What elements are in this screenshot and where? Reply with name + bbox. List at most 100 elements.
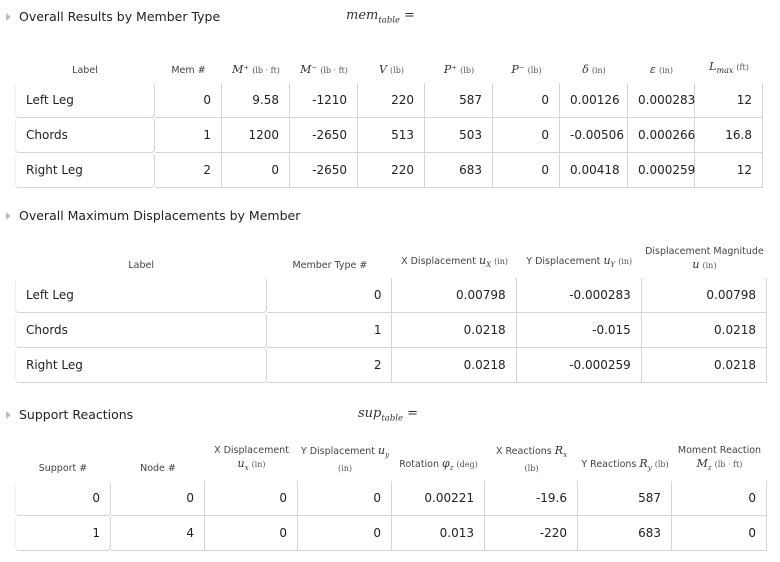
col-header-magnitude: Displacement Magnitude u (in) <box>645 246 764 271</box>
cell-magnitude[interactable]: 0.0218 <box>641 348 767 383</box>
cell-mem[interactable]: 2 <box>155 153 222 188</box>
col-header-label: Label <box>72 65 98 76</box>
col-header-p-minus: P⁻ (lb) <box>511 63 542 76</box>
variable-definition-sup-table: suptable = <box>358 406 418 424</box>
cell-epsilon[interactable]: 0.000266 <box>628 118 695 153</box>
col-header-m-minus: M⁻ (lb · ft) <box>300 63 348 76</box>
cell-epsilon[interactable]: 0.000259 <box>628 153 695 188</box>
cell-mz[interactable]: 0 <box>672 516 767 551</box>
cell-ux[interactable]: 0 <box>205 481 298 516</box>
cell-m-minus[interactable]: -2650 <box>290 153 358 188</box>
col-header-rotation: Rotation φz (deg) <box>399 457 478 472</box>
col-header-ux: X Displacement uX (in) <box>401 254 509 269</box>
col-header-uy: Y Displacement uy (in) <box>300 444 390 473</box>
cell-epsilon[interactable]: 0.000283 <box>628 83 695 118</box>
cell-ux[interactable]: 0.0218 <box>392 348 517 383</box>
expand-triangle-icon[interactable] <box>6 211 11 220</box>
cell-rotation[interactable]: 0.00221 <box>392 481 485 516</box>
cell-label[interactable]: Right Leg <box>15 153 155 188</box>
cell-v[interactable]: 220 <box>358 83 425 118</box>
table-row: 0 0 0 0 0.00221 -19.6 587 0 <box>15 481 767 516</box>
cell-node[interactable]: 0 <box>111 481 205 516</box>
cell-rotation[interactable]: 0.013 <box>392 516 485 551</box>
cell-mem[interactable]: 1 <box>155 118 222 153</box>
member-results-table: Label Mem # M⁺ (lb · ft) M⁻ (lb · ft) V … <box>15 57 763 188</box>
cell-uy[interactable]: 0 <box>298 481 392 516</box>
col-header-uy: Y Displacement uY (in) <box>526 254 633 269</box>
cell-p-minus[interactable]: 0 <box>493 153 560 188</box>
variable-name: sup <box>358 406 382 421</box>
cell-ux[interactable]: 0.0218 <box>392 313 517 348</box>
variable-subscript: table <box>378 15 401 26</box>
col-header-lmax: Lmax (ft) <box>709 60 749 75</box>
col-header-mz: Moment Reaction Mz (lb · ft) <box>677 445 762 472</box>
cell-member-type[interactable]: 1 <box>267 313 393 348</box>
cell-rx[interactable]: -19.6 <box>485 481 578 516</box>
col-header-p-plus: P⁺ (lb) <box>443 63 475 76</box>
col-header-delta: δ (in) <box>582 63 606 76</box>
cell-mem[interactable]: 0 <box>155 83 222 118</box>
max-displacements-table: Label Member Type # X Displacement uX (i… <box>15 244 767 383</box>
cell-label[interactable]: Chords <box>15 118 155 153</box>
cell-label[interactable]: Chords <box>15 313 268 348</box>
cell-uy[interactable]: -0.015 <box>516 313 642 348</box>
section-header-support-reactions[interactable]: Support Reactions <box>6 407 133 422</box>
equals-sign: = <box>407 406 418 421</box>
cell-label[interactable]: Right Leg <box>15 348 268 383</box>
cell-magnitude[interactable]: 0.0218 <box>641 313 767 348</box>
cell-node[interactable]: 4 <box>111 516 205 551</box>
cell-ry[interactable]: 587 <box>578 481 672 516</box>
cell-delta[interactable]: -0.00506 <box>560 118 628 153</box>
cell-lmax[interactable]: 12 <box>695 153 763 188</box>
col-header-v: V (lb) <box>379 63 404 76</box>
cell-p-plus[interactable]: 587 <box>425 83 493 118</box>
cell-uy[interactable]: -0.000259 <box>516 348 642 383</box>
cell-m-minus[interactable]: -2650 <box>290 118 358 153</box>
cell-delta[interactable]: 0.00418 <box>560 153 628 188</box>
cell-rx[interactable]: -220 <box>485 516 578 551</box>
table-row: Right Leg 2 0.0218 -0.000259 0.0218 <box>15 348 767 383</box>
cell-p-plus[interactable]: 683 <box>425 153 493 188</box>
cell-support[interactable]: 1 <box>15 516 111 551</box>
cell-member-type[interactable]: 2 <box>267 348 393 383</box>
cell-magnitude[interactable]: 0.00798 <box>641 278 767 313</box>
expand-triangle-icon[interactable] <box>6 12 11 21</box>
table-row: 1 4 0 0 0.013 -220 683 0 <box>15 516 767 551</box>
cell-m-plus[interactable]: 9.58 <box>222 83 290 118</box>
table-row: Chords 1 1200 -2650 513 503 0 -0.00506 0… <box>15 118 763 153</box>
section-title: Overall Maximum Displacements by Member <box>19 208 301 223</box>
cell-support[interactable]: 0 <box>15 481 111 516</box>
cell-ux[interactable]: 0.00798 <box>392 278 517 313</box>
cell-ux[interactable]: 0 <box>205 516 298 551</box>
cell-m-minus[interactable]: -1210 <box>290 83 358 118</box>
cell-ry[interactable]: 683 <box>578 516 672 551</box>
section-title: Overall Results by Member Type <box>19 9 221 24</box>
expand-triangle-icon[interactable] <box>6 410 11 419</box>
cell-uy[interactable]: -0.000283 <box>516 278 642 313</box>
col-header-mem: Mem # <box>171 65 206 76</box>
section-header-max-displacements[interactable]: Overall Maximum Displacements by Member <box>6 208 300 223</box>
section-header-member-results[interactable]: Overall Results by Member Type <box>6 9 220 24</box>
cell-uy[interactable]: 0 <box>298 516 392 551</box>
cell-lmax[interactable]: 12 <box>695 83 763 118</box>
table-row: Left Leg 0 9.58 -1210 220 587 0 0.00126 … <box>15 83 763 118</box>
cell-member-type[interactable]: 0 <box>267 278 393 313</box>
cell-lmax[interactable]: 16.8 <box>695 118 763 153</box>
table-row: Left Leg 0 0.00798 -0.000283 0.00798 <box>15 278 767 313</box>
col-header-ry: Y Reactions Ry (lb) <box>581 457 669 472</box>
cell-p-minus[interactable]: 0 <box>493 118 560 153</box>
support-reactions-table: Support # Node # X Displacement ux (in) Y… <box>15 443 767 551</box>
table-row: Right Leg 2 0 -2650 220 683 0 0.00418 0.… <box>15 153 763 188</box>
cell-v[interactable]: 220 <box>358 153 425 188</box>
cell-label[interactable]: Left Leg <box>15 278 268 313</box>
cell-p-plus[interactable]: 503 <box>425 118 493 153</box>
cell-m-plus[interactable]: 1200 <box>222 118 290 153</box>
cell-label[interactable]: Left Leg <box>15 83 155 118</box>
col-header-label: Label <box>128 260 154 271</box>
table-row: Chords 1 0.0218 -0.015 0.0218 <box>15 313 767 348</box>
cell-v[interactable]: 513 <box>358 118 425 153</box>
cell-m-plus[interactable]: 0 <box>222 153 290 188</box>
cell-p-minus[interactable]: 0 <box>493 83 560 118</box>
cell-delta[interactable]: 0.00126 <box>560 83 628 118</box>
cell-mz[interactable]: 0 <box>672 481 767 516</box>
